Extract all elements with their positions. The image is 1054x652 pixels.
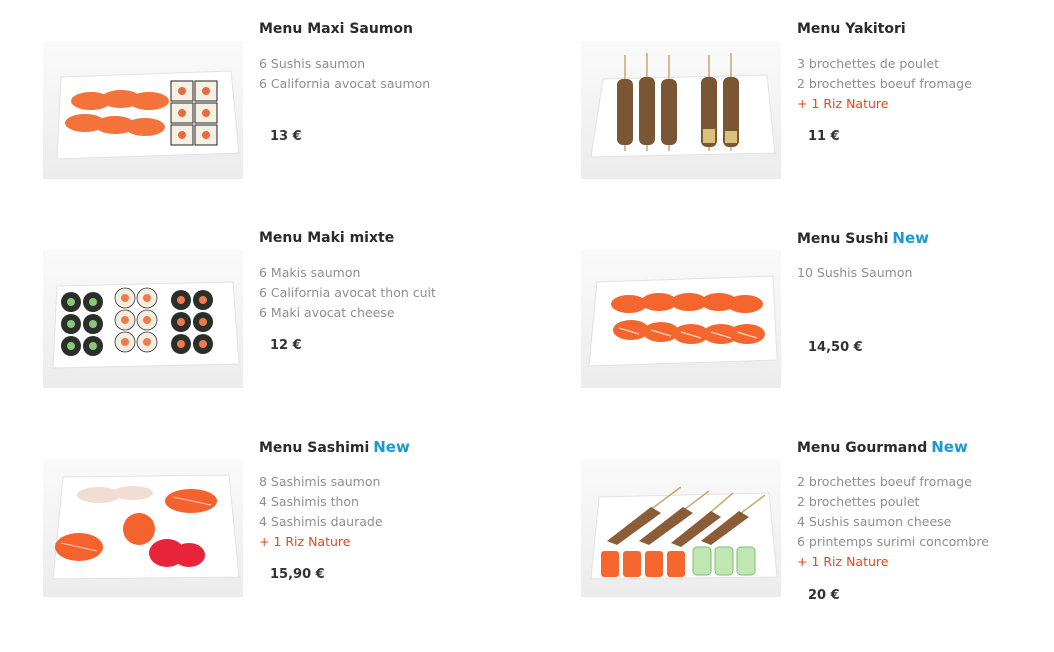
menu-info: Menu Sushi New 10 Sushis Saumon bbox=[797, 226, 1037, 283]
menu-item: 6 California avocat thon cuit bbox=[259, 285, 436, 300]
menu-photo-sushi[interactable] bbox=[581, 250, 781, 388]
menu-item: 6 Sushis saumon bbox=[259, 56, 366, 71]
menu-item: 8 Sashimis saumon bbox=[259, 474, 381, 489]
menu-item: 6 Makis saumon bbox=[259, 265, 361, 280]
menu-title-text: Menu Gourmand bbox=[797, 440, 928, 456]
menu-info: Menu Gourmand New 2 brochettes boeuf from… bbox=[797, 435, 1037, 572]
menu-extra: + 1 Riz Nature bbox=[797, 96, 889, 111]
new-badge: New bbox=[892, 229, 929, 247]
menu-items: 6 Sushis saumon 6 California avocat saum… bbox=[259, 54, 499, 94]
menu-title: Menu Gourmand New bbox=[797, 435, 1037, 459]
menu-title: Menu Sushi New bbox=[797, 226, 1037, 250]
menu-title-text: Menu Sushi bbox=[797, 231, 889, 247]
menu-item: 2 brochettes boeuf fromage bbox=[797, 474, 972, 489]
menu-price: 12 € bbox=[270, 338, 302, 353]
menu-photo-maki-mixte[interactable] bbox=[43, 250, 243, 388]
menu-items: 10 Sushis Saumon bbox=[797, 263, 1037, 283]
menu-title: Menu Maki mixte bbox=[259, 226, 499, 250]
menu-item: 4 Sushis saumon cheese bbox=[797, 514, 952, 529]
menu-card-maxi-saumon[interactable]: Menu Maxi Saumon 6 Sushis saumon 6 Calif… bbox=[43, 17, 503, 207]
menu-photo-gourmand[interactable] bbox=[581, 459, 781, 597]
menu-item: 4 Sashimis daurade bbox=[259, 514, 383, 529]
menu-info: Menu Sashimi New 8 Sashimis saumon 4 Sash… bbox=[259, 435, 499, 552]
menu-item: 2 brochettes poulet bbox=[797, 494, 920, 509]
menu-title: Menu Sashimi New bbox=[259, 435, 499, 459]
menu-photo-sashimi[interactable] bbox=[43, 459, 243, 597]
menu-photo-yakitori[interactable] bbox=[581, 41, 781, 179]
menu-items: 2 brochettes boeuf fromage 2 brochettes … bbox=[797, 472, 1037, 572]
menu-title-text: Menu Maki mixte bbox=[259, 230, 395, 246]
menu-extra: + 1 Riz Nature bbox=[259, 534, 351, 549]
menu-title: Menu Yakitori bbox=[797, 17, 1037, 41]
menu-item: 2 brochettes boeuf fromage bbox=[797, 76, 972, 91]
menu-photo-maxi-saumon[interactable] bbox=[43, 41, 243, 179]
menu-item: 6 California avocat saumon bbox=[259, 76, 431, 91]
menu-title-text: Menu Maxi Saumon bbox=[259, 21, 413, 37]
menu-extra: + 1 Riz Nature bbox=[797, 554, 889, 569]
menu-item: 4 Sashimis thon bbox=[259, 494, 359, 509]
menu-item: 6 printemps surimi concombre bbox=[797, 534, 989, 549]
menu-price: 14,50 € bbox=[808, 340, 863, 355]
menu-price: 13 € bbox=[270, 129, 302, 144]
new-badge: New bbox=[373, 438, 410, 456]
menu-price: 20 € bbox=[808, 588, 840, 603]
menu-item: 6 Maki avocat cheese bbox=[259, 305, 395, 320]
menu-card-maki-mixte[interactable]: Menu Maki mixte 6 Makis saumon 6 Califor… bbox=[43, 226, 503, 416]
menu-info: Menu Maxi Saumon 6 Sushis saumon 6 Calif… bbox=[259, 17, 499, 94]
menu-card-yakitori[interactable]: Menu Yakitori 3 brochettes de poulet 2 b… bbox=[581, 17, 1041, 207]
menu-card-sashimi[interactable]: Menu Sashimi New 8 Sashimis saumon 4 Sash… bbox=[43, 435, 503, 625]
menu-item: 3 brochettes de poulet bbox=[797, 56, 940, 71]
menu-card-gourmand[interactable]: Menu Gourmand New 2 brochettes boeuf from… bbox=[581, 435, 1041, 625]
menu-info: Menu Yakitori 3 brochettes de poulet 2 b… bbox=[797, 17, 1037, 114]
menu-title-text: Menu Sashimi bbox=[259, 440, 370, 456]
new-badge: New bbox=[931, 438, 968, 456]
menu-title-text: Menu Yakitori bbox=[797, 21, 906, 37]
menu-item: 10 Sushis Saumon bbox=[797, 265, 913, 280]
menu-price: 15,90 € bbox=[270, 567, 325, 582]
menu-title: Menu Maxi Saumon bbox=[259, 17, 499, 41]
menu-items: 6 Makis saumon 6 California avocat thon … bbox=[259, 263, 499, 323]
menu-grid: Menu Maxi Saumon 6 Sushis saumon 6 Calif… bbox=[0, 0, 1054, 652]
menu-price: 11 € bbox=[808, 129, 840, 144]
menu-info: Menu Maki mixte 6 Makis saumon 6 Califor… bbox=[259, 226, 499, 323]
menu-items: 3 brochettes de poulet 2 brochettes boeu… bbox=[797, 54, 1037, 114]
menu-items: 8 Sashimis saumon 4 Sashimis thon 4 Sash… bbox=[259, 472, 499, 552]
menu-card-sushi[interactable]: Menu Sushi New 10 Sushis Saumon 14,50 € bbox=[581, 226, 1041, 416]
